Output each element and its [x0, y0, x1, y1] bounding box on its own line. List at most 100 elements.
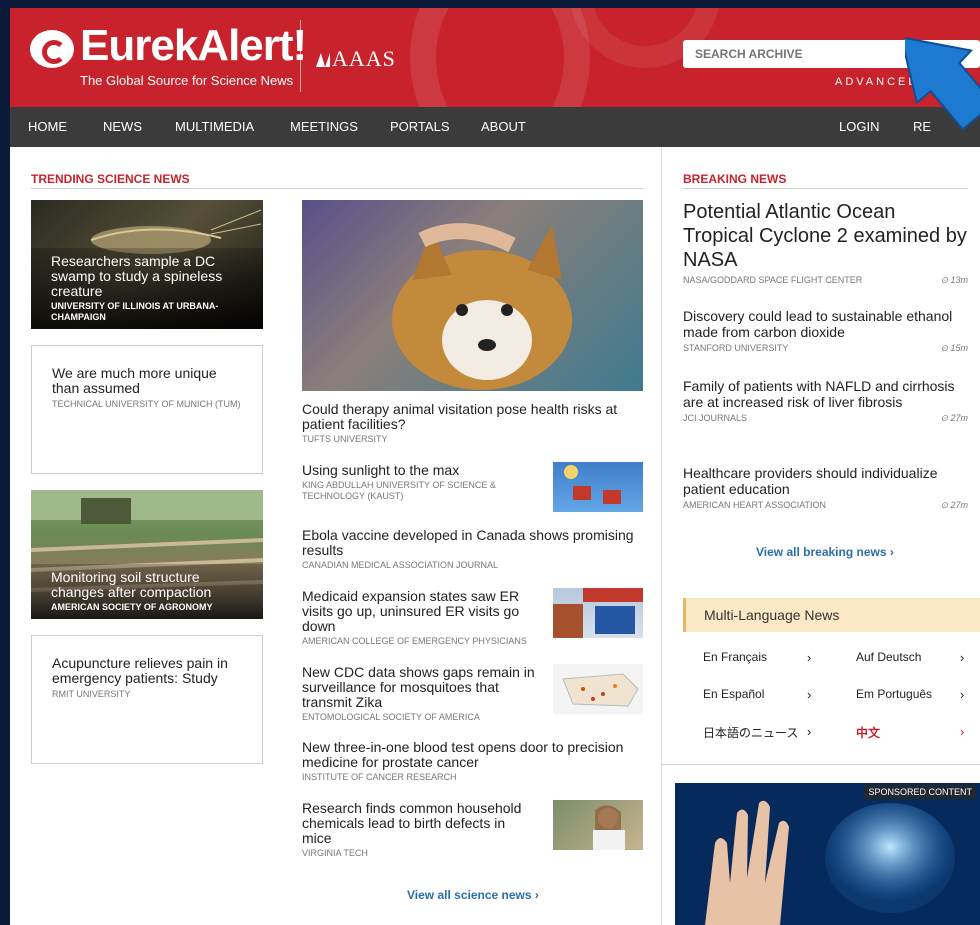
clock-icon: ⊙ — [940, 500, 951, 510]
lang-portuguese-link[interactable]: Em Português — [856, 687, 932, 701]
story-source: TUFTS UNIVERSITY — [302, 434, 388, 444]
clock-icon: ⊙ — [940, 275, 951, 285]
site-logo[interactable]: EurekAlert! — [80, 24, 307, 68]
story-title[interactable]: Could therapy animal visitation pose hea… — [302, 402, 643, 432]
card-title[interactable]: Researchers sample a DC swamp to study a… — [51, 254, 243, 299]
story-source: INSTITUTE OF CANCER RESEARCH — [302, 772, 457, 782]
nav-news[interactable]: NEWS — [103, 119, 142, 134]
eurekalert-logo-icon[interactable] — [30, 30, 74, 68]
breaking-item[interactable]: Family of patients with NAFLD and cirrho… — [683, 378, 968, 424]
story-thumbnail[interactable] — [553, 462, 643, 512]
breaking-item[interactable]: Potential Atlantic Ocean Tropical Cyclon… — [683, 200, 968, 286]
story-title[interactable]: Ebola vaccine developed in Canada shows … — [302, 528, 643, 558]
sponsored-content-banner[interactable]: SPONSORED CONTENT — [675, 783, 980, 925]
trending-card[interactable]: Acupuncture relieves pain in emergency p… — [31, 635, 263, 764]
nav-home[interactable]: HOME — [28, 119, 67, 134]
annotation-arrow-icon — [905, 36, 980, 130]
trending-card-image[interactable]: Researchers sample a DC swamp to study a… — [31, 200, 263, 329]
card-source: UNIVERSITY OF ILLINOIS AT URBANA-CHAMPAI… — [51, 301, 219, 322]
chevron-right-icon[interactable]: › — [807, 650, 811, 665]
story-title[interactable]: Using sunlight to the max — [302, 463, 532, 478]
lang-french-link[interactable]: En Français — [703, 650, 767, 664]
nav-multimedia[interactable]: MULTIMEDIA — [175, 119, 254, 134]
breaking-title[interactable]: Healthcare providers should individualiz… — [683, 465, 968, 497]
story-title[interactable]: Research finds common household chemical… — [302, 801, 532, 846]
sunlight-thumbnail-image — [564, 465, 621, 504]
view-all-science-news-link[interactable]: View all science news › — [407, 888, 539, 902]
site-header: EurekAlert! The Global Source for Scienc… — [10, 8, 980, 107]
feature-story[interactable]: Could therapy animal visitation pose hea… — [302, 402, 643, 445]
story-source: ENTOMOLOGICAL SOCIETY OF AMERICA — [302, 712, 480, 722]
story-item[interactable]: New CDC data shows gaps remain in survei… — [302, 665, 543, 723]
lang-japanese-link[interactable]: 日本語のニュース — [703, 724, 798, 741]
story-thumbnail[interactable] — [553, 800, 643, 850]
aaas-icon — [316, 53, 330, 67]
clock-icon: ⊙ — [940, 413, 951, 423]
section-divider — [683, 188, 968, 189]
story-source: KING ABDULLAH UNIVERSITY OF SCIENCE & TE… — [302, 480, 496, 501]
breaking-title[interactable]: Potential Atlantic Ocean Tropical Cyclon… — [683, 200, 968, 272]
breaking-meta: STANFORD UNIVERSITY ⊙ 15m — [683, 343, 968, 354]
breaking-meta: AMERICAN HEART ASSOCIATION ⊙ 27m — [683, 500, 968, 511]
chevron-right-icon[interactable]: › — [960, 650, 964, 665]
story-item[interactable]: Medicaid expansion states saw ER visits … — [302, 589, 532, 647]
story-source: VIRGINIA TECH — [302, 848, 368, 858]
story-title[interactable]: New CDC data shows gaps remain in survei… — [302, 665, 543, 710]
card-title[interactable]: We are much more unique than assumed — [52, 366, 242, 396]
jellyfish-hand-image — [675, 783, 980, 925]
story-title[interactable]: Medicaid expansion states saw ER visits … — [302, 589, 532, 634]
breaking-source: STANFORD UNIVERSITY — [683, 343, 789, 353]
breaking-source: NASA/GODDARD SPACE FLIGHT CENTER — [683, 275, 863, 285]
story-thumbnail[interactable] — [553, 664, 643, 714]
card-title[interactable]: Monitoring soil structure changes after … — [51, 570, 243, 600]
card-caption: Monitoring soil structure changes after … — [31, 564, 263, 619]
lang-spanish-link[interactable]: En Español — [703, 687, 764, 701]
breaking-title[interactable]: Family of patients with NAFLD and cirrho… — [683, 378, 968, 410]
breaking-time: ⊙ 13m — [940, 275, 968, 286]
lang-chinese-link[interactable]: 中文 — [856, 724, 880, 741]
main-nav: HOME NEWS MULTIMEDIA MEETINGS PORTALS AB… — [10, 107, 980, 147]
nav-portals[interactable]: PORTALS — [390, 119, 449, 134]
story-item[interactable]: Ebola vaccine developed in Canada shows … — [302, 528, 643, 571]
page: EurekAlert! The Global Source for Scienc… — [10, 8, 980, 925]
breaking-title[interactable]: Discovery could lead to sustainable etha… — [683, 308, 968, 340]
chevron-right-icon[interactable]: › — [960, 724, 964, 739]
aaas-logo[interactable]: AAAS — [316, 46, 396, 72]
breaking-heading: BREAKING NEWS — [683, 172, 787, 186]
story-thumbnail[interactable] — [553, 588, 643, 638]
header-divider — [300, 20, 301, 92]
breaking-item[interactable]: Discovery could lead to sustainable etha… — [683, 308, 968, 354]
breaking-meta: JCI JOURNALS ⊙ 27m — [683, 413, 968, 424]
nav-login[interactable]: LOGIN — [839, 119, 879, 134]
trending-card[interactable]: We are much more unique than assumed TEC… — [31, 345, 263, 474]
emergency-sign-image — [553, 588, 643, 638]
story-title[interactable]: New three-in-one blood test opens door t… — [302, 740, 643, 770]
feature-image[interactable] — [302, 200, 643, 391]
breaking-item[interactable]: Healthcare providers should individualiz… — [683, 465, 968, 511]
nav-about[interactable]: ABOUT — [481, 119, 526, 134]
breaking-time: ⊙ 27m — [940, 413, 968, 424]
view-all-breaking-news-link[interactable]: View all breaking news › — [756, 545, 894, 559]
story-source: CANADIAN MEDICAL ASSOCIATION JOURNAL — [302, 560, 499, 570]
chevron-right-icon[interactable]: › — [960, 687, 964, 702]
lang-german-link[interactable]: Auf Deutsch — [856, 650, 921, 664]
card-source: AMERICAN SOCIETY OF AGRONOMY — [51, 602, 213, 612]
story-item[interactable]: Using sunlight to the max KING ABDULLAH … — [302, 463, 532, 502]
site-tagline: The Global Source for Science News — [80, 73, 294, 88]
header-swirl — [410, 8, 590, 107]
chevron-right-icon[interactable]: › — [807, 724, 811, 739]
trending-card-image[interactable]: Monitoring soil structure changes after … — [31, 490, 263, 619]
section-divider — [661, 764, 980, 765]
breaking-meta: NASA/GODDARD SPACE FLIGHT CENTER ⊙ 13m — [683, 275, 968, 286]
story-item[interactable]: New three-in-one blood test opens door t… — [302, 740, 643, 783]
card-title[interactable]: Acupuncture relieves pain in emergency p… — [52, 656, 242, 686]
breaking-source: AMERICAN HEART ASSOCIATION — [683, 500, 827, 510]
chevron-right-icon[interactable]: › — [807, 687, 811, 702]
breaking-time: ⊙ 15m — [940, 343, 968, 354]
nav-meetings[interactable]: MEETINGS — [290, 119, 358, 134]
multi-language-heading: Multi-Language News — [683, 598, 980, 632]
aaas-label: AAAS — [332, 46, 396, 71]
zika-map-image — [562, 673, 639, 707]
story-item[interactable]: Research finds common household chemical… — [302, 801, 532, 859]
sponsored-label: SPONSORED CONTENT — [864, 785, 976, 799]
